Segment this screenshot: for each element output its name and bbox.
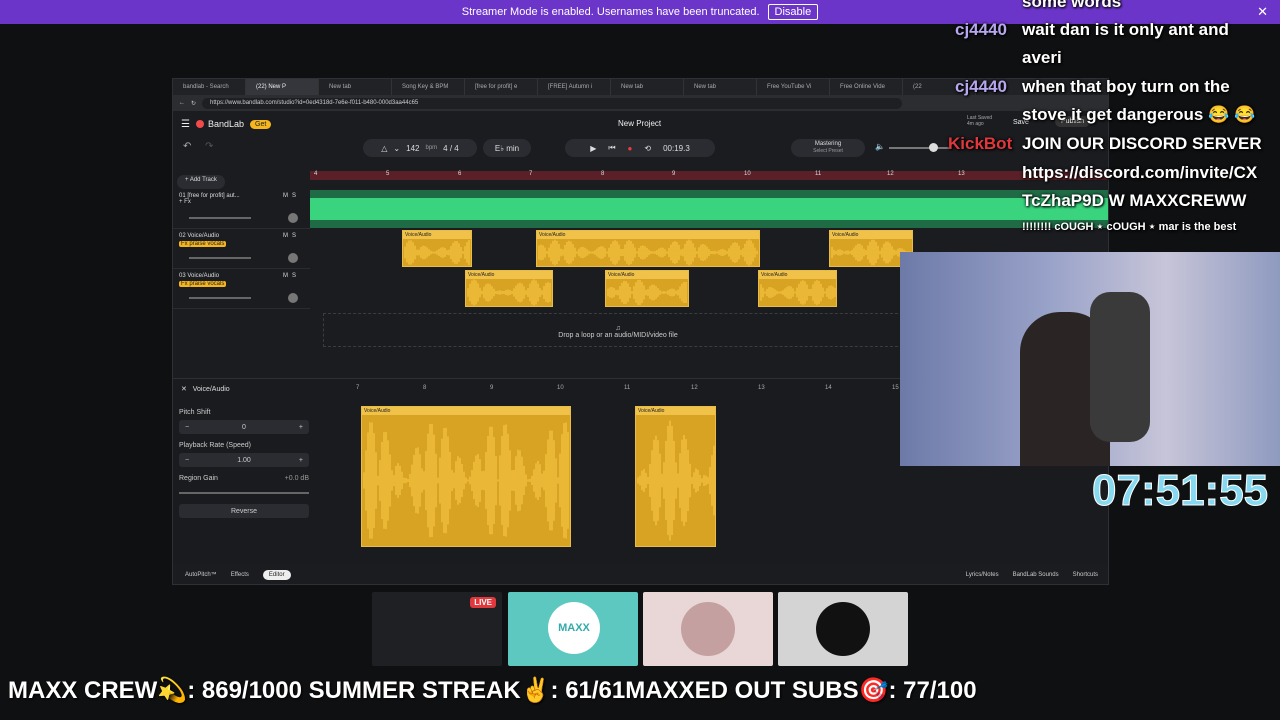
editor-clip[interactable]: Voice/Audio	[635, 406, 716, 547]
waveform	[538, 239, 758, 266]
chair	[1090, 292, 1150, 442]
metronome-icon: △	[381, 143, 388, 153]
key-button[interactable]: E♭ min	[483, 139, 531, 157]
bandlab-sounds-button[interactable]: BandLab Sounds	[1013, 572, 1059, 578]
tab[interactable]: Free Online Vide	[830, 79, 903, 95]
volume-icon[interactable]: 🔈	[875, 142, 885, 151]
avatar	[816, 602, 870, 656]
waveform	[760, 280, 836, 305]
pan-knob[interactable]	[288, 253, 298, 263]
tab[interactable]: Song Key & BPM	[392, 79, 465, 95]
record-icon[interactable]: ●	[628, 144, 633, 153]
redo-icon[interactable]: ↷	[205, 141, 213, 152]
pan-knob[interactable]	[288, 293, 298, 303]
loop-icon[interactable]: ⟲	[644, 144, 651, 153]
solo-button[interactable]: S	[292, 193, 296, 199]
tab[interactable]: New tab	[611, 79, 684, 95]
disable-button[interactable]: Disable	[767, 4, 819, 20]
tab[interactable]: Free YouTube Vi	[757, 79, 830, 95]
effects-tab[interactable]: Effects	[231, 572, 249, 578]
bandlab-logo[interactable]: BandLab	[195, 119, 244, 129]
waveform	[467, 279, 551, 306]
avatar	[681, 602, 735, 656]
track-header[interactable]: 01 [free for profit] aut... + Fx MS	[173, 189, 310, 229]
region-gain-slider[interactable]	[179, 492, 309, 494]
audio-clip[interactable]: Voice/Audio	[465, 270, 553, 307]
close-icon[interactable]: ✕	[181, 386, 187, 393]
webcam-feed	[900, 252, 1280, 466]
tab[interactable]: bandlab - Search	[173, 79, 246, 95]
playback-controls: ▶ ⏮ ● ⟲ 00:19.3	[565, 139, 715, 157]
tab[interactable]: New tab	[319, 79, 392, 95]
mute-button[interactable]: M	[283, 193, 288, 199]
autopitch-tab[interactable]: AutoPitch™	[185, 572, 217, 578]
project-name[interactable]: New Project	[618, 119, 661, 128]
menu-icon[interactable]: ☰	[181, 119, 190, 130]
waveform	[607, 279, 687, 306]
reverse-button[interactable]: Reverse	[179, 504, 309, 518]
bpm-value: 142	[406, 143, 420, 153]
music-note-icon: ♫	[615, 325, 621, 332]
master-volume-slider[interactable]	[889, 143, 949, 152]
url-field[interactable]: https://www.bandlab.com/studio?id=0ed431…	[202, 97, 903, 109]
drop-zone[interactable]: ♫ Drop a loop or an audio/MIDI/video file	[323, 313, 913, 347]
time-signature: 4 / 4	[443, 143, 459, 153]
play-icon[interactable]: ▶	[590, 144, 596, 153]
track-list: 01 [free for profit] aut... + Fx MS 02 Vo…	[173, 189, 310, 309]
tab[interactable]: [free for profit] e	[465, 79, 538, 95]
track-header[interactable]: 03 Voice/Audio Fx praise vocals MS	[173, 269, 310, 309]
maxx-logo: MAXX	[548, 602, 600, 654]
solo-button[interactable]: S	[292, 273, 296, 279]
editor-title: ✕ Voice/Audio	[181, 386, 230, 393]
solo-button[interactable]: S	[292, 233, 296, 239]
lyrics-notes-button[interactable]: Lyrics/Notes	[966, 572, 999, 578]
chat-overlay: some words cj4440 wait dan is it only an…	[948, 0, 1262, 233]
time-display: 00:19.3	[663, 143, 690, 153]
tab[interactable]: New tab	[684, 79, 757, 95]
mute-button[interactable]: M	[283, 233, 288, 239]
goals-bar: MAXX CREW💫: 869/1000 SUMMER STREAK✌️: 61…	[8, 677, 977, 704]
undo-icon[interactable]: ↶	[183, 141, 191, 152]
shortcuts-button[interactable]: Shortcuts	[1073, 572, 1098, 578]
add-track-button[interactable]: + Add Track	[177, 175, 225, 189]
reload-icon[interactable]: ↻	[191, 100, 196, 107]
track-volume-slider[interactable]	[189, 217, 251, 219]
pan-knob[interactable]	[288, 213, 298, 223]
audio-clip[interactable]: Voice/Audio	[758, 270, 837, 307]
audio-clip[interactable]: Voice/Audio	[605, 270, 689, 307]
track-volume-slider[interactable]	[189, 297, 251, 299]
skip-back-icon[interactable]: ⏮	[608, 143, 615, 153]
editor-tab[interactable]: Editor	[262, 570, 291, 580]
waveform	[637, 420, 715, 541]
back-icon[interactable]: ←	[179, 100, 185, 106]
stream-timer: 07:51:55	[1091, 466, 1269, 516]
chevron-down-icon: ⌄	[393, 143, 401, 153]
track-volume-slider[interactable]	[189, 257, 251, 259]
live-preview-tile: LIVE	[372, 592, 502, 666]
tab[interactable]: [FREE] Autumn i	[538, 79, 611, 95]
tempo-group[interactable]: △ ⌄ 142 bpm 4 / 4	[363, 139, 477, 157]
avatar-tile	[643, 592, 773, 666]
track-header[interactable]: 02 Voice/Audio Fx praise vocals MS	[173, 229, 310, 269]
tab[interactable]: (22) New P	[246, 79, 319, 95]
audio-clip[interactable]: Voice/Audio	[536, 230, 760, 267]
mute-button[interactable]: M	[283, 273, 288, 279]
maxx-crew-tile: MAXX	[508, 592, 638, 666]
live-badge: LIVE	[470, 597, 496, 608]
waveform	[363, 422, 569, 539]
waveform	[404, 239, 470, 266]
playback-rate-stepper[interactable]: −1.00 +	[179, 453, 309, 467]
banner-text: Streamer Mode is enabled. Usernames have…	[461, 6, 760, 18]
avatar-tile	[778, 592, 908, 666]
mastering-button[interactable]: Mastering Select Preset	[791, 139, 865, 157]
pitch-shift-stepper[interactable]: −0 +	[179, 420, 309, 434]
audio-clip[interactable]: Voice/Audio	[402, 230, 472, 267]
editor-clip[interactable]: Voice/Audio	[361, 406, 571, 547]
bottom-toolbar: AutoPitch™ Effects Editor Lyrics/Notes B…	[173, 564, 1108, 584]
get-button[interactable]: Get	[250, 119, 272, 129]
